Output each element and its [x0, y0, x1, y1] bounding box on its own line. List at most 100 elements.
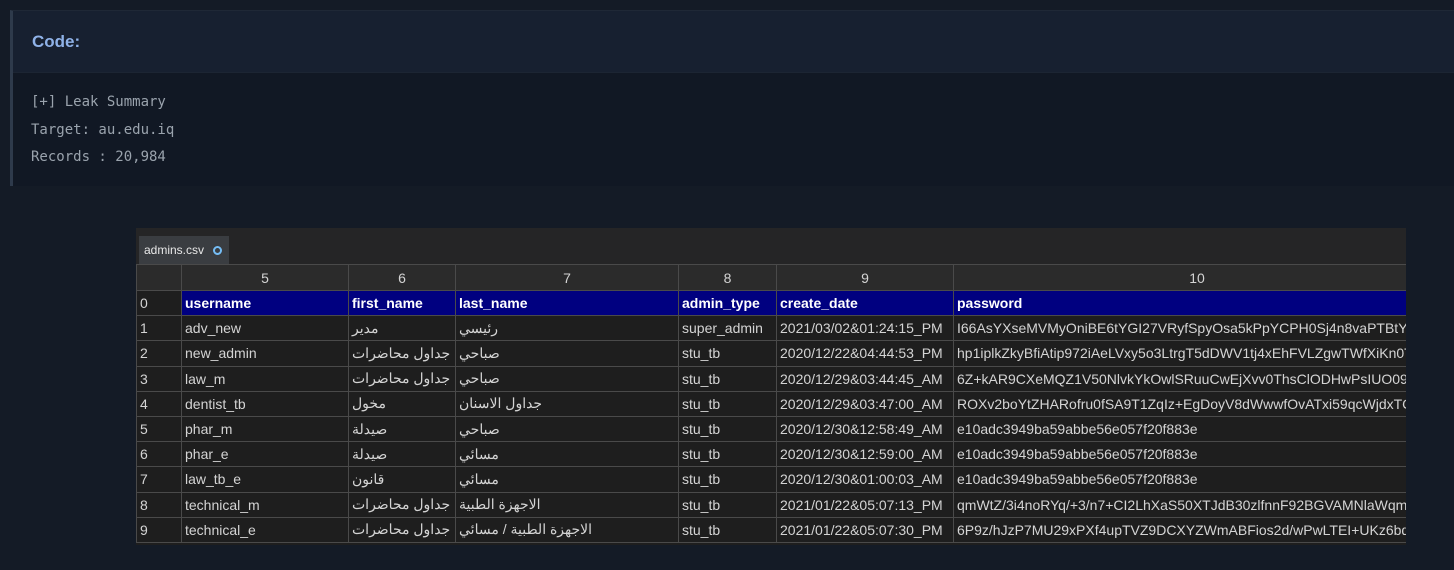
password-cell[interactable]: e10adc3949ba59abbe56e057f20f883e: [953, 415, 1406, 443]
first-name-cell[interactable]: جداول محاضرات: [348, 491, 456, 518]
header-cell[interactable]: username: [181, 289, 349, 317]
table-row[interactable]: 4 dentist_tb مخول جداول الاسنان stu_tb 2020/1…: [136, 390, 1406, 417]
admin-type-cell[interactable]: stu_tb: [678, 466, 777, 493]
username-cell[interactable]: technical_e: [181, 516, 349, 543]
file-tab[interactable]: admins.csv: [139, 236, 230, 264]
table-row[interactable]: 7 law_tb_e قانون مسائي stu_tb 2020/12/30&01:0…: [136, 466, 1406, 493]
table-row[interactable]: 2 new_admin جداول محاضرات صباحي stu_tb 2020/1…: [136, 340, 1406, 367]
create-date-cell[interactable]: 2021/03/02&01:24:15_PM: [776, 315, 954, 342]
admin-type-cell[interactable]: stu_tb: [678, 390, 777, 417]
header-cell[interactable]: admin_type: [678, 289, 777, 317]
password-cell[interactable]: qmWtZ/3i4noRYq/+3/n7+CI2LhXaS50XTJdB30zl…: [953, 491, 1406, 518]
create-date-cell[interactable]: 2021/01/22&05:07:13_PM: [776, 491, 954, 518]
create-date-cell[interactable]: 2020/12/30&01:00:03_AM: [776, 466, 954, 493]
first-name-cell[interactable]: جداول محاضرات: [348, 516, 456, 543]
create-date-cell[interactable]: 2020/12/29&03:47:00_AM: [776, 390, 954, 417]
last-name-cell[interactable]: مسائي: [455, 441, 679, 468]
create-date-cell[interactable]: 2020/12/22&04:44:53_PM: [776, 340, 954, 367]
row-index[interactable]: 5: [136, 415, 182, 443]
row-index[interactable]: 1: [136, 315, 182, 342]
last-name-cell[interactable]: رئيسي: [455, 315, 679, 342]
last-name-cell[interactable]: الاجهزة الطبية: [455, 491, 679, 518]
column-number[interactable]: 10: [953, 264, 1406, 291]
column-number[interactable]: 7: [455, 264, 679, 291]
row-index[interactable]: 7: [136, 466, 182, 493]
password-cell[interactable]: 6P9z/hJzP7MU29xPXf4upTVZ9DCXYZWmABFios2d…: [953, 516, 1406, 543]
first-name-cell[interactable]: قانون: [348, 466, 456, 493]
table-row[interactable]: 3 law_m جداول محاضرات صباحي stu_tb 2020/12/29…: [136, 365, 1406, 392]
header-row: 0 username first_name last_name admin_ty…: [136, 289, 1406, 317]
first-name-cell[interactable]: مخول: [348, 390, 456, 417]
column-number-row: 5 6 7 8 9 10: [136, 264, 1406, 291]
username-cell[interactable]: new_admin: [181, 340, 349, 367]
username-cell[interactable]: dentist_tb: [181, 390, 349, 417]
spreadsheet-screenshot: admins.csv 5 6 7 8 9 10 0 username first…: [136, 228, 1406, 545]
column-number[interactable]: 9: [776, 264, 954, 291]
code-block-title: Code:: [13, 11, 1454, 73]
last-name-cell[interactable]: مسائي: [455, 466, 679, 493]
code-line: Records : 20,984: [31, 149, 166, 165]
row-index[interactable]: 8: [136, 491, 182, 518]
row-index[interactable]: 0: [136, 289, 182, 317]
row-index[interactable]: 3: [136, 365, 182, 392]
table-row[interactable]: 8 technical_m جداول محاضرات الاجهزة الطبية s…: [136, 491, 1406, 518]
table-row[interactable]: 9 technical_e جداول محاضرات الاجهزة الطبية …: [136, 516, 1406, 543]
code-line: Target: au.edu.iq: [31, 121, 175, 138]
file-tab-label: admins.csv: [144, 243, 205, 257]
row-index[interactable]: 6: [136, 441, 182, 468]
admin-type-cell[interactable]: stu_tb: [678, 415, 777, 443]
first-name-cell[interactable]: صيدلة: [348, 415, 456, 443]
code-line: [+] Leak Summary: [31, 94, 166, 110]
password-cell[interactable]: hp1iplkZkyBfiAtip972iAeLVxy5o3LtrgT5dDWV…: [953, 340, 1406, 367]
password-cell[interactable]: e10adc3949ba59abbe56e057f20f883e: [953, 441, 1406, 468]
admin-type-cell[interactable]: super_admin: [678, 315, 777, 342]
column-number[interactable]: 6: [348, 264, 456, 291]
username-cell[interactable]: phar_e: [181, 441, 349, 468]
cropped-toolbar-edge: [136, 228, 536, 233]
column-number[interactable]: 8: [678, 264, 777, 291]
password-cell[interactable]: 6Z+kAR9CXeMQZ1V50NlvkYkOwlSRuuCwEjXvv0Th…: [953, 365, 1406, 392]
first-name-cell[interactable]: جداول محاضرات: [348, 340, 456, 367]
corner-cell[interactable]: [136, 264, 182, 291]
password-cell[interactable]: ROXv2boYtZHARofru0fSA9T1ZqIz+EgDoyV8dWww…: [953, 390, 1406, 417]
first-name-cell[interactable]: مدير: [348, 315, 456, 342]
username-cell[interactable]: phar_m: [181, 415, 349, 443]
header-cell[interactable]: last_name: [455, 289, 679, 317]
last-name-cell[interactable]: صباحي: [455, 340, 679, 367]
admin-type-cell[interactable]: stu_tb: [678, 441, 777, 468]
first-name-cell[interactable]: جداول محاضرات: [348, 365, 456, 392]
password-cell[interactable]: e10adc3949ba59abbe56e057f20f883e: [953, 466, 1406, 493]
username-cell[interactable]: law_m: [181, 365, 349, 392]
code-block: Code: [+] Leak Summary Target: au.edu.iq…: [10, 10, 1454, 186]
table-row[interactable]: 6 phar_e صيدلة مسائي stu_tb 2020/12/30&12:59:…: [136, 441, 1406, 468]
username-cell[interactable]: adv_new: [181, 315, 349, 342]
row-index[interactable]: 4: [136, 390, 182, 417]
last-name-cell[interactable]: جداول الاسنان: [455, 390, 679, 417]
admin-type-cell[interactable]: stu_tb: [678, 365, 777, 392]
admin-type-cell[interactable]: stu_tb: [678, 340, 777, 367]
row-index[interactable]: 9: [136, 516, 182, 543]
last-name-cell[interactable]: صباحي: [455, 365, 679, 392]
last-name-cell[interactable]: صباحي: [455, 415, 679, 443]
unsaved-dot-icon[interactable]: [213, 245, 223, 255]
column-number[interactable]: 5: [181, 264, 349, 291]
create-date-cell[interactable]: 2021/01/22&05:07:30_PM: [776, 516, 954, 543]
first-name-cell[interactable]: صيدلة: [348, 441, 456, 468]
admin-type-cell[interactable]: stu_tb: [678, 491, 777, 518]
admin-type-cell[interactable]: stu_tb: [678, 516, 777, 543]
code-block-body: [+] Leak Summary Target: au.edu.iq Recor…: [13, 73, 1454, 186]
table-row[interactable]: 5 phar_m صيدلة صباحي stu_tb 2020/12/30&12:58:…: [136, 415, 1406, 443]
create-date-cell[interactable]: 2020/12/29&03:44:45_AM: [776, 365, 954, 392]
last-name-cell[interactable]: الاجهزة الطبية / مسائي: [455, 516, 679, 543]
table-row[interactable]: 1 adv_new مدير رئيسي super_admin 2021/03/02&0…: [136, 315, 1406, 342]
create-date-cell[interactable]: 2020/12/30&12:58:49_AM: [776, 415, 954, 443]
username-cell[interactable]: technical_m: [181, 491, 349, 518]
password-cell[interactable]: I66AsYXseMVMyOniBE6tYGI27VRyfSpyOsa5kPpY…: [953, 315, 1406, 342]
username-cell[interactable]: law_tb_e: [181, 466, 349, 493]
create-date-cell[interactable]: 2020/12/30&12:59:00_AM: [776, 441, 954, 468]
header-cell[interactable]: password: [953, 289, 1406, 317]
spreadsheet-grid: 5 6 7 8 9 10 0 username first_name last_…: [136, 264, 1406, 543]
header-cell[interactable]: first_name: [348, 289, 456, 317]
header-cell[interactable]: create_date: [776, 289, 954, 317]
row-index[interactable]: 2: [136, 340, 182, 367]
